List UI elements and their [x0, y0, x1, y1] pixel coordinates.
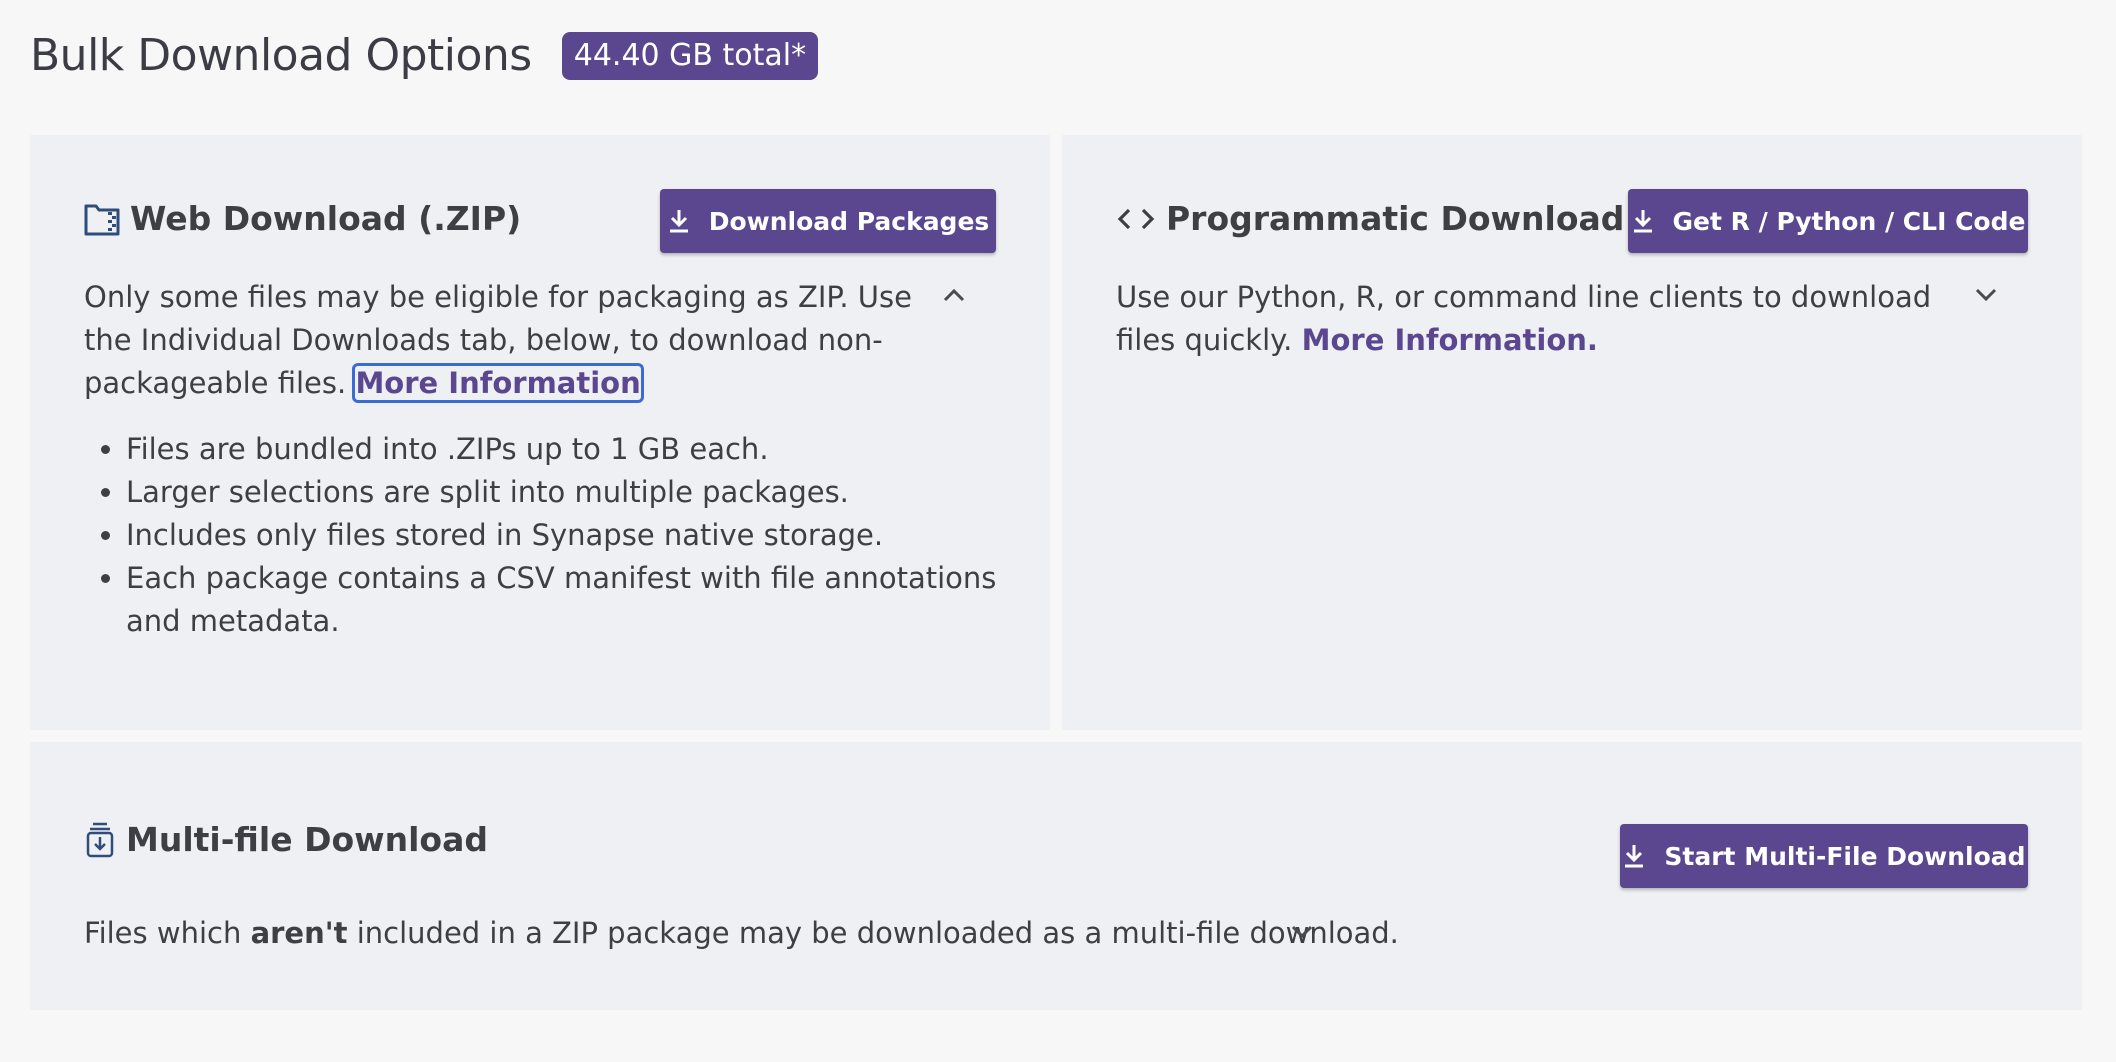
programmatic-download-card: Programmatic Download Get R / Python / C…: [1062, 135, 2082, 730]
chevron-down-icon: [1290, 924, 1314, 944]
list-item: Files are bundled into .ZIPs up to 1 GB …: [126, 428, 1026, 471]
expand-chevron[interactable]: [1290, 922, 1314, 946]
code-icon: [1116, 204, 1156, 234]
expand-chevron[interactable]: [1974, 285, 1998, 309]
multi-file-download-title-text: Multi-file Download: [126, 820, 488, 859]
programmatic-download-title: Programmatic Download: [1116, 199, 1624, 238]
get-code-button[interactable]: Get R / Python / CLI Code: [1628, 189, 2028, 253]
multi-file-desc-prefix: Files which: [84, 916, 242, 950]
total-size-badge: 44.40 GB total*: [561, 31, 819, 80]
multi-file-download-description: Files which aren't included in a ZIP pac…: [84, 912, 1399, 955]
web-download-card: Web Download (.ZIP) Download Packages On…: [30, 135, 1050, 730]
list-item: Larger selections are split into multipl…: [126, 471, 1026, 514]
download-packages-button[interactable]: Download Packages: [660, 189, 996, 253]
web-download-description: Only some files may be eligible for pack…: [84, 276, 944, 405]
web-download-bullet-list: Files are bundled into .ZIPs up to 1 GB …: [84, 428, 1026, 643]
folder-zip-icon: [84, 202, 120, 236]
start-multi-file-download-button[interactable]: Start Multi-File Download: [1620, 824, 2028, 888]
chevron-down-icon: [1974, 287, 1998, 307]
page-header: Bulk Download Options 44.40 GB total*: [30, 30, 819, 81]
start-multi-file-download-label: Start Multi-File Download: [1664, 841, 2026, 871]
list-item: Each package contains a CSV manifest wit…: [126, 557, 1026, 643]
programmatic-download-title-text: Programmatic Download: [1166, 199, 1625, 238]
multi-file-desc-suffix: included in a ZIP package may be downloa…: [356, 916, 1399, 950]
download-icon: [1622, 843, 1646, 869]
list-item: Includes only files stored in Synapse na…: [126, 514, 1026, 557]
download-icon: [667, 208, 691, 234]
multi-file-download-card: Multi-file Download Start Multi-File Dow…: [30, 742, 2082, 1010]
get-code-label: Get R / Python / CLI Code: [1672, 206, 2026, 236]
programmatic-download-description: Use our Python, R, or command line clien…: [1116, 276, 1976, 362]
web-download-more-info-link[interactable]: More Information: [352, 363, 644, 403]
multi-file-download-icon: [84, 821, 116, 859]
web-download-title-text: Web Download (.ZIP): [130, 199, 522, 238]
programmatic-download-more-info-link[interactable]: More Information.: [1302, 323, 1598, 357]
collapse-chevron[interactable]: [942, 285, 966, 309]
download-packages-label: Download Packages: [708, 206, 990, 236]
download-icon: [1631, 208, 1655, 234]
multi-file-desc-bold: aren't: [250, 916, 348, 950]
page-title: Bulk Download Options: [30, 30, 532, 81]
multi-file-download-title: Multi-file Download: [84, 820, 488, 859]
chevron-up-icon: [942, 287, 966, 307]
web-download-title: Web Download (.ZIP): [84, 199, 521, 238]
